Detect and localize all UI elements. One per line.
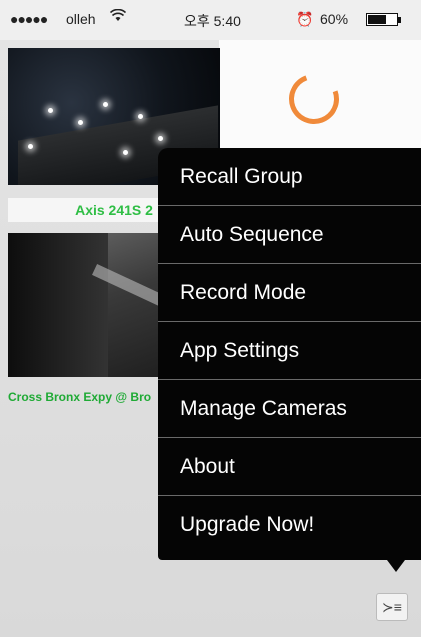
battery-icon: [366, 13, 401, 26]
menu-item-manage-cameras[interactable]: Manage Cameras: [158, 380, 421, 438]
carrier-name: olleh: [66, 11, 96, 27]
loading-spinner-icon: [280, 65, 348, 133]
menu-list-icon: ≻≡: [382, 599, 402, 615]
alarm-clock-icon: ⏰: [296, 11, 314, 27]
menu-item-about[interactable]: About: [158, 438, 421, 496]
menu-item-auto-sequence[interactable]: Auto Sequence: [158, 206, 421, 264]
status-bar: ●●●●● olleh 오후 5:40 ⏰ 60%: [0, 0, 421, 40]
clock-time: 오후 5:40: [184, 13, 241, 29]
menu-item-record-mode[interactable]: Record Mode: [158, 264, 421, 322]
menu-list-button[interactable]: ≻≡: [376, 593, 408, 621]
signal-strength-icon: ●●●●●: [10, 11, 48, 27]
menu-pointer-arrow: [387, 560, 405, 572]
battery-percent: 60%: [320, 11, 349, 27]
wifi-icon: [109, 8, 127, 26]
menu-item-upgrade-now[interactable]: Upgrade Now!: [158, 496, 421, 554]
menu-item-recall-group[interactable]: Recall Group: [158, 148, 421, 206]
overflow-menu: Recall Group Auto Sequence Record Mode A…: [158, 148, 421, 560]
menu-item-app-settings[interactable]: App Settings: [158, 322, 421, 380]
